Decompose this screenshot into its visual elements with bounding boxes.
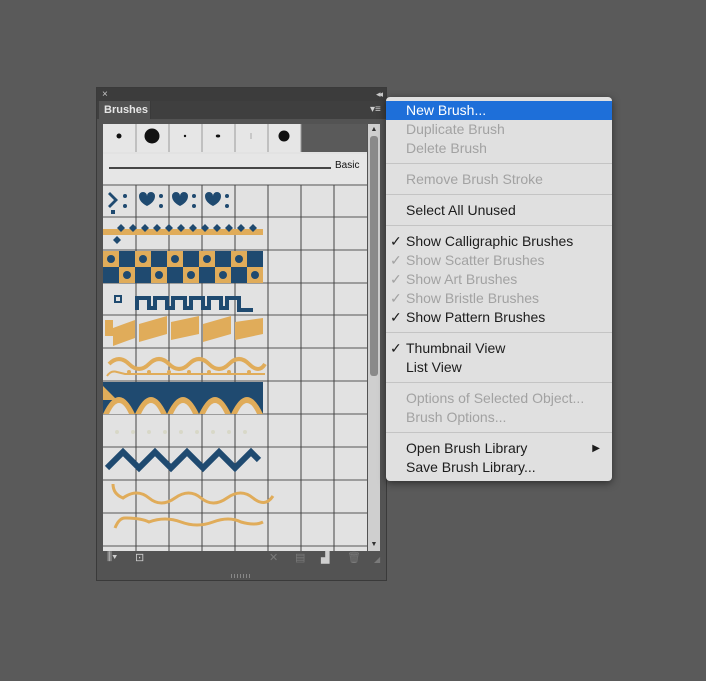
remove-brush-stroke-icon[interactable]: ✕ bbox=[269, 551, 278, 564]
delete-brush-icon[interactable]: 🗑 bbox=[347, 551, 361, 564]
menu-item-label: Open Brush Library bbox=[406, 440, 528, 456]
new-brush-icon[interactable]: ▟ bbox=[321, 551, 329, 564]
pattern-checker[interactable] bbox=[103, 251, 263, 283]
panel-menu-icon[interactable]: ▾≡ bbox=[370, 104, 382, 116]
menu-item-new-brush[interactable]: New Brush... bbox=[386, 101, 612, 120]
menu-item-label: Options of Selected Object... bbox=[406, 390, 585, 406]
menu-separator bbox=[386, 382, 612, 383]
brush-thumb-1[interactable] bbox=[116, 133, 122, 139]
menu-item-label: Show Art Brushes bbox=[406, 271, 518, 287]
menu-item-label: Show Calligraphic Brushes bbox=[406, 233, 574, 249]
pattern-wave-dots[interactable] bbox=[106, 357, 267, 377]
pattern-faint-dots[interactable] bbox=[115, 430, 247, 434]
menu-item-label: Remove Brush Stroke bbox=[406, 171, 543, 187]
menu-item-delete-brush[interactable]: Delete Brush bbox=[386, 139, 612, 158]
brush-thumbnails bbox=[103, 124, 367, 551]
menu-item-label: Save Brush Library... bbox=[406, 459, 536, 475]
basic-label: Basic bbox=[333, 160, 362, 171]
menu-item-thumbnail-view[interactable]: ✓ Thumbnail View bbox=[386, 339, 612, 358]
brush-thumb-3[interactable] bbox=[183, 134, 187, 138]
menu-item-duplicate-brush[interactable]: Duplicate Brush bbox=[386, 120, 612, 139]
submenu-arrow-icon: ▶ bbox=[592, 443, 600, 454]
menu-item-show-pattern[interactable]: ✓ Show Pattern Brushes bbox=[386, 308, 612, 327]
brushes-panel: × ◂◂ Brushes ▾≡ Basic ▲ ▼ ⫼▾ ⊡ ✕ ▤ ▟ 🗑 ◢ bbox=[96, 87, 387, 581]
menu-item-options-selected-object[interactable]: Options of Selected Object... bbox=[386, 389, 612, 408]
tab-row: Brushes ▾≡ bbox=[97, 101, 386, 119]
brush-list: Basic bbox=[103, 124, 367, 551]
pattern-smooth-wave[interactable] bbox=[113, 516, 264, 529]
menu-item-list-view[interactable]: List View bbox=[386, 358, 612, 377]
menu-item-label: Show Scatter Brushes bbox=[406, 252, 545, 268]
check-icon: ✓ bbox=[390, 309, 402, 325]
pattern-diamonds[interactable] bbox=[103, 224, 263, 244]
pattern-arches[interactable] bbox=[103, 382, 263, 414]
menu-item-label: Select All Unused bbox=[406, 202, 516, 218]
check-icon: ✓ bbox=[390, 233, 402, 249]
check-icon: ✓ bbox=[390, 252, 402, 268]
collapse-icon[interactable]: ◂◂ bbox=[376, 88, 383, 101]
brush-thumb-4[interactable] bbox=[215, 134, 221, 138]
scroll-up-icon[interactable]: ▲ bbox=[368, 125, 380, 135]
resize-grip-icon[interactable]: ◢ bbox=[374, 555, 380, 564]
scroll-thumb[interactable] bbox=[370, 136, 378, 376]
menu-item-show-calligraphic[interactable]: ✓ Show Calligraphic Brushes bbox=[386, 232, 612, 251]
pattern-gold-wave[interactable] bbox=[111, 483, 275, 505]
menu-separator bbox=[386, 225, 612, 226]
menu-item-show-scatter[interactable]: ✓ Show Scatter Brushes bbox=[386, 251, 612, 270]
libraries-panel-icon[interactable]: ⊡ bbox=[135, 551, 144, 564]
brushes-flyout-menu: New Brush... Duplicate Brush Delete Brus… bbox=[386, 97, 612, 481]
menu-separator bbox=[386, 194, 612, 195]
menu-item-label: Thumbnail View bbox=[406, 340, 506, 356]
pattern-zigzag[interactable] bbox=[104, 447, 262, 473]
menu-item-label: Delete Brush bbox=[406, 140, 487, 156]
menu-separator bbox=[386, 332, 612, 333]
check-icon: ✓ bbox=[390, 290, 402, 306]
menu-item-remove-brush-stroke[interactable]: Remove Brush Stroke bbox=[386, 170, 612, 189]
brush-thumb-6[interactable] bbox=[278, 130, 290, 142]
basic-brush-row[interactable] bbox=[103, 154, 367, 184]
scrollbar[interactable]: ▲ ▼ bbox=[368, 124, 380, 551]
pattern-greek-key[interactable] bbox=[114, 295, 253, 312]
panel-title-bar[interactable]: × ◂◂ bbox=[97, 88, 386, 101]
menu-item-label: Brush Options... bbox=[406, 409, 507, 425]
menu-separator bbox=[386, 432, 612, 433]
pattern-ribbon[interactable] bbox=[105, 316, 263, 346]
menu-item-label: Show Bristle Brushes bbox=[406, 290, 540, 306]
brush-thumb-2[interactable] bbox=[144, 128, 160, 144]
tab-brushes[interactable]: Brushes bbox=[99, 101, 151, 119]
menu-separator bbox=[386, 163, 612, 164]
menu-item-label: New Brush... bbox=[406, 102, 487, 118]
check-icon: ✓ bbox=[390, 340, 402, 356]
menu-item-show-art[interactable]: ✓ Show Art Brushes bbox=[386, 270, 612, 289]
menu-item-brush-options[interactable]: Brush Options... bbox=[386, 408, 612, 427]
menu-item-label: Duplicate Brush bbox=[406, 121, 505, 137]
menu-item-open-brush-library[interactable]: Open Brush Library ▶ bbox=[386, 439, 612, 458]
brush-options-icon[interactable]: ▤ bbox=[295, 551, 305, 564]
check-icon: ✓ bbox=[390, 271, 402, 287]
menu-item-show-bristle[interactable]: ✓ Show Bristle Brushes bbox=[386, 289, 612, 308]
close-icon[interactable]: × bbox=[102, 88, 108, 101]
brush-library-menu-icon[interactable]: ⫼▾ bbox=[107, 551, 117, 564]
menu-item-select-all-unused[interactable]: Select All Unused bbox=[386, 201, 612, 220]
menu-item-label: Show Pattern Brushes bbox=[406, 309, 546, 325]
panel-footer: ⫼▾ ⊡ ✕ ▤ ▟ 🗑 ◢ bbox=[97, 547, 386, 571]
menu-item-save-brush-library[interactable]: Save Brush Library... bbox=[386, 458, 612, 477]
panel-resize-handle[interactable] bbox=[231, 574, 251, 578]
menu-item-label: List View bbox=[406, 359, 462, 375]
